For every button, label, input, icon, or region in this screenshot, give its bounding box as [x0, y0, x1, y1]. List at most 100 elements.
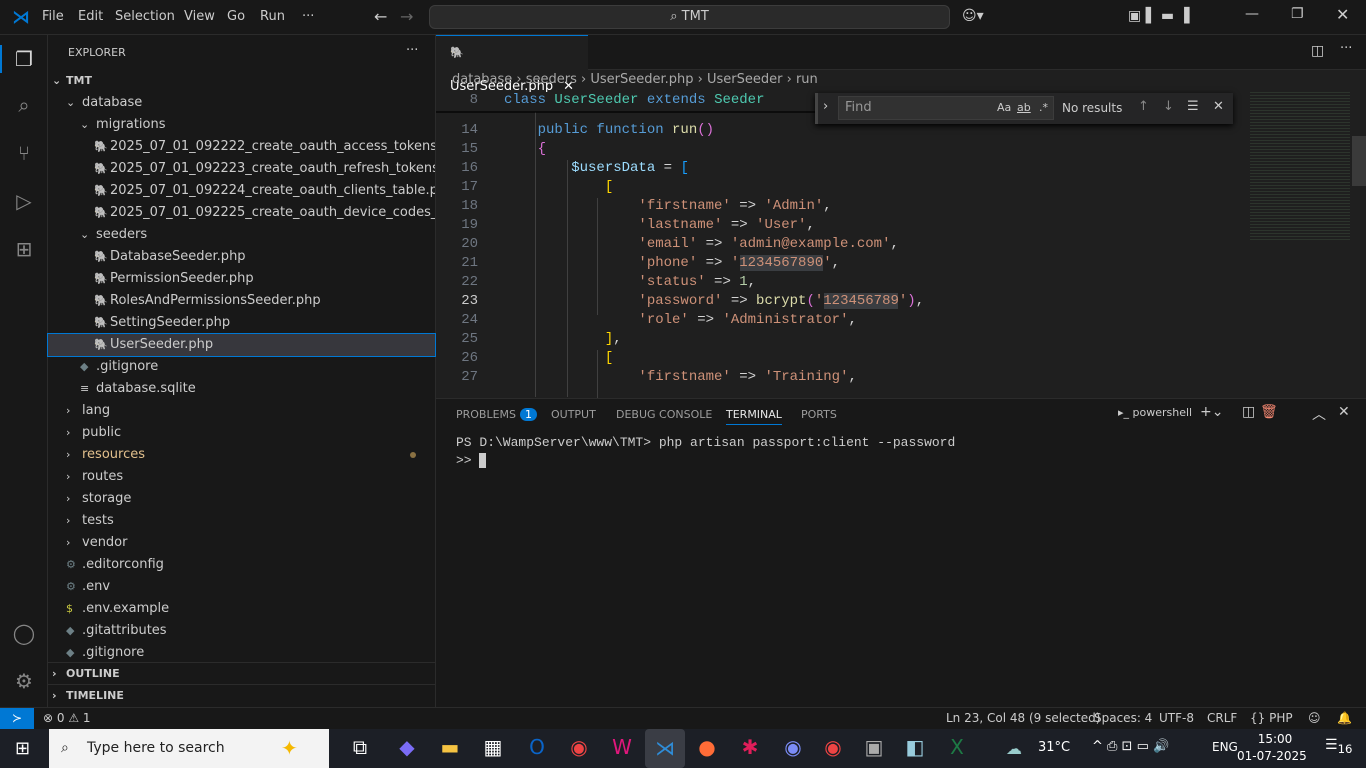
breadcrumb-item[interactable]: UserSeeder	[707, 72, 782, 87]
tree-item[interactable]: ⚙ .env	[48, 576, 435, 598]
chrome-icon[interactable]: ◉	[566, 735, 592, 761]
tree-item[interactable]: › resources	[48, 444, 435, 466]
tab-output[interactable]: OUTPUT	[551, 408, 596, 421]
extensions-icon[interactable]: ⊞	[12, 237, 36, 261]
code-line[interactable]: 'phone' => '1234567890',	[504, 255, 840, 271]
tree-item[interactable]: 🐘 RolesAndPermissionsSeeder.php	[48, 290, 435, 312]
weather-icon[interactable]: ☁	[1006, 739, 1022, 758]
tab-debug-console[interactable]: DEBUG CONSOLE	[616, 408, 712, 421]
tree-item[interactable]: ⌄ seeders	[48, 224, 435, 246]
tree-item[interactable]: › vendor	[48, 532, 435, 554]
code-line[interactable]: $usersData = [	[504, 160, 689, 176]
remote-icon[interactable]: ≻	[0, 708, 34, 729]
code-line[interactable]: {	[504, 141, 546, 157]
notification-center-icon[interactable]: ☰16	[1325, 737, 1352, 756]
match-case-button[interactable]: Aa	[997, 97, 1011, 119]
clock-date[interactable]: 01-07-2025	[1237, 749, 1307, 763]
tree-item[interactable]: 🐘 SettingSeeder.php	[48, 312, 435, 334]
tree-item[interactable]: ⌄ migrations	[48, 114, 435, 136]
back-icon[interactable]: ←	[374, 7, 387, 26]
previous-match-icon[interactable]: ↑	[1138, 99, 1149, 114]
tree-item[interactable]: › routes	[48, 466, 435, 488]
tab-ports[interactable]: PORTS	[801, 408, 837, 421]
settings-gear-icon[interactable]: ⚙	[12, 669, 36, 693]
run-debug-icon[interactable]: ▷	[12, 189, 36, 213]
root-folder[interactable]: ⌄ TMT	[48, 70, 435, 92]
tree-item[interactable]: › lang	[48, 400, 435, 422]
menu-go[interactable]: Go	[227, 9, 245, 24]
next-match-icon[interactable]: ↓	[1163, 99, 1174, 114]
vscode-icon[interactable]: ⋊	[645, 729, 685, 768]
notifications-bell-icon[interactable]: 🔔	[1337, 708, 1352, 729]
tree-item[interactable]: 🐘 PermissionSeeder.php	[48, 268, 435, 290]
terminal-icon[interactable]: ▣	[861, 735, 887, 761]
tree-item[interactable]: ⚙ .editorconfig	[48, 554, 435, 576]
tree-item[interactable]: › public	[48, 422, 435, 444]
code-line[interactable]: 'firstname' => 'Training',	[504, 369, 856, 385]
code-line[interactable]: 'firstname' => 'Admin',	[504, 198, 831, 214]
terminal-prompt[interactable]: >>	[456, 453, 487, 469]
explorer-icon[interactable]: ❐	[12, 47, 36, 71]
minimap[interactable]	[1250, 90, 1350, 240]
close-panel-icon[interactable]: ✕	[1338, 404, 1350, 420]
tree-item[interactable]: ⌄ database	[48, 92, 435, 114]
weather-temp[interactable]: 31°C	[1038, 740, 1070, 755]
search-icon[interactable]: ⌕	[12, 93, 36, 117]
postman-icon[interactable]: ●	[694, 735, 720, 761]
menu-edit[interactable]: Edit	[78, 9, 103, 24]
clock-time[interactable]: 15:00	[1250, 732, 1300, 746]
minimize-icon[interactable]: —	[1245, 6, 1259, 22]
account-icon[interactable]: ◯	[12, 621, 36, 645]
code-line[interactable]: 'role' => 'Administrator',	[504, 312, 856, 328]
file-explorer-icon[interactable]: ▬	[437, 735, 463, 761]
tree-item[interactable]: 🐘 2025_07_01_092225_create_oauth_device_c…	[48, 202, 435, 224]
tree-item[interactable]: › tests	[48, 510, 435, 532]
menu-more[interactable]: ···	[302, 9, 314, 24]
terminal-line[interactable]: PS D:\WampServer\www\TMT> php artisan pa…	[456, 435, 955, 450]
indentation[interactable]: Spaces: 4	[1094, 708, 1152, 729]
cursor-position[interactable]: Ln 23, Col 48 (9 selected)	[946, 708, 1100, 729]
restore-icon[interactable]: ❐	[1291, 6, 1304, 22]
forward-icon[interactable]: →	[400, 7, 413, 26]
code-line[interactable]: 'status' => 1,	[504, 274, 756, 290]
split-editor-icon[interactable]: ◫	[1311, 43, 1324, 59]
source-control-icon[interactable]: ⑂	[12, 141, 36, 165]
tab-problems[interactable]: PROBLEMS 1	[456, 408, 538, 421]
copilot-app-icon[interactable]: ◆	[394, 735, 420, 761]
toggle-replace-icon[interactable]: ›	[823, 99, 828, 114]
slack-icon[interactable]: ✱	[737, 735, 763, 761]
find-input[interactable]: Find Aa ab .*	[838, 96, 1054, 120]
outline-section[interactable]: › OUTLINE	[48, 662, 435, 684]
windows-start-icon[interactable]: ⊞	[15, 738, 30, 759]
terminal-profile[interactable]: ▸_ powershell	[1118, 406, 1192, 419]
close-window-icon[interactable]: ✕	[1336, 5, 1349, 24]
language-mode[interactable]: {} PHP	[1250, 708, 1293, 729]
tree-item[interactable]: 🐘 2025_07_01_092222_create_oauth_access_t…	[48, 136, 435, 158]
outlook-icon[interactable]: O	[524, 735, 550, 761]
more-actions-icon[interactable]: ···	[1340, 41, 1352, 56]
find-in-selection-icon[interactable]: ☰	[1187, 99, 1199, 114]
tray-icons[interactable]: ^ ⎙ ⊡ ▭ 🔊	[1092, 739, 1169, 754]
layout-controls-icon[interactable]: ▣ ▌ ▬ ▐	[1128, 8, 1189, 24]
tab-terminal[interactable]: TERMINAL	[726, 408, 782, 425]
breadcrumb-item[interactable]: UserSeeder.php	[590, 72, 693, 87]
breadcrumb-item[interactable]: seeders	[526, 72, 577, 87]
chrome-profile-icon[interactable]: ◉	[820, 735, 846, 761]
tree-item[interactable]: 🐘 2025_07_01_092223_create_oauth_refresh_…	[48, 158, 435, 180]
taskbar-search[interactable]: ⌕ Type here to search ✦	[49, 729, 329, 768]
menu-run[interactable]: Run	[260, 9, 285, 24]
kill-terminal-icon[interactable]: 🗑	[1260, 404, 1278, 420]
encoding[interactable]: UTF-8	[1159, 708, 1194, 729]
tree-item[interactable]: $ .env.example	[48, 598, 435, 620]
ms-store-icon[interactable]: ▦	[480, 735, 506, 761]
tree-item[interactable]: ◆ .gitignore	[48, 356, 435, 378]
code-line[interactable]: class UserSeeder extends Seeder	[504, 92, 814, 108]
code-line[interactable]: 'lastname' => 'User',	[504, 217, 814, 233]
tree-item[interactable]: ◆ .gitignore	[48, 642, 435, 664]
tree-item[interactable]: ◆ .gitattributes	[48, 620, 435, 642]
line-ending[interactable]: CRLF	[1207, 708, 1237, 729]
problems-status[interactable]: ⊗ 0 ⚠ 1	[43, 708, 91, 729]
tree-item[interactable]: 🐘 2025_07_01_092224_create_oauth_clients_…	[48, 180, 435, 202]
tree-item[interactable]: › storage	[48, 488, 435, 510]
input-language[interactable]: ENG	[1212, 740, 1238, 754]
